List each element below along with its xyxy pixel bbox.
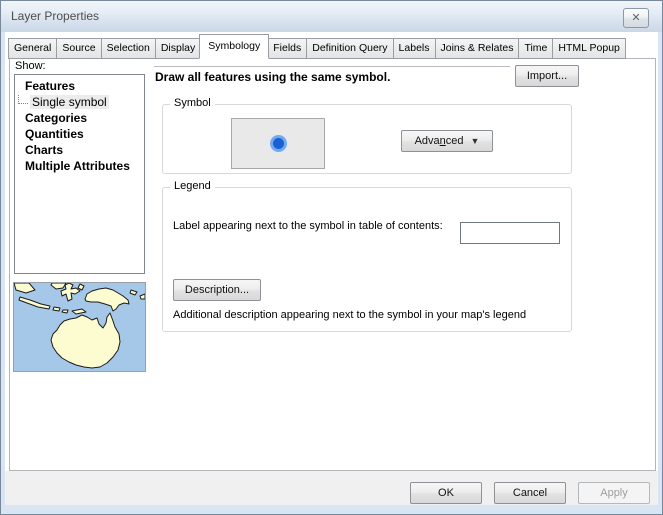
legend-group-title: Legend xyxy=(170,180,215,192)
import-button[interactable]: Import... xyxy=(515,65,579,87)
legend-note-text: Additional description appearing next to… xyxy=(173,309,563,321)
ok-button[interactable]: OK xyxy=(410,482,482,504)
tab-general[interactable]: General xyxy=(8,38,57,59)
tree-item-quantities[interactable]: Quantities xyxy=(15,126,144,142)
tree-item-single-symbol-label: Single symbol xyxy=(30,95,109,109)
apply-button: Apply xyxy=(578,482,650,504)
tree-item-categories[interactable]: Categories xyxy=(15,110,144,126)
tab-html-popup[interactable]: HTML Popup xyxy=(552,38,625,59)
window-title: Layer Properties xyxy=(11,1,99,31)
dialog-client-area: General Source Selection Display Symbolo… xyxy=(5,32,658,505)
title-bar[interactable]: Layer Properties ✕ xyxy=(1,1,662,32)
advanced-dropdown-button[interactable]: Advanced ▼ xyxy=(401,130,493,152)
symbol-group-title: Symbol xyxy=(170,97,215,109)
tab-symbology[interactable]: Symbology xyxy=(199,34,269,59)
point-symbol-icon xyxy=(273,138,284,149)
close-icon: ✕ xyxy=(631,12,640,24)
cancel-button[interactable]: Cancel xyxy=(494,482,566,504)
show-tree: Features Single symbol Categories Quanti… xyxy=(14,74,145,274)
tab-selection[interactable]: Selection xyxy=(101,38,156,59)
tab-display[interactable]: Display xyxy=(155,38,201,59)
tab-bar: General Source Selection Display Symbolo… xyxy=(9,34,626,59)
map-preview-image xyxy=(14,283,145,371)
chevron-down-icon: ▼ xyxy=(471,136,480,146)
show-label: Show: xyxy=(15,60,46,72)
legend-groupbox: Legend Label appearing next to the symbo… xyxy=(162,187,572,332)
tab-time[interactable]: Time xyxy=(518,38,553,59)
close-button[interactable]: ✕ xyxy=(623,8,649,28)
tree-elbow-icon xyxy=(18,95,28,104)
advanced-button-label: Advanced xyxy=(415,135,464,147)
tree-item-single-symbol[interactable]: Single symbol xyxy=(15,94,144,110)
symbol-groupbox: Symbol Advanced ▼ xyxy=(162,104,572,174)
layer-properties-dialog: Layer Properties ✕ General Source Select… xyxy=(0,0,663,515)
tab-definition-query[interactable]: Definition Query xyxy=(306,38,393,59)
symbology-tab-page: Show: Features Single symbol Categories … xyxy=(9,58,656,471)
legend-label-input[interactable] xyxy=(460,222,560,244)
page-title: Draw all features using the same symbol. xyxy=(155,70,390,84)
tree-item-features[interactable]: Features xyxy=(15,78,144,94)
tab-joins-relates[interactable]: Joins & Relates xyxy=(435,38,520,59)
tree-item-multiple-attributes[interactable]: Multiple Attributes xyxy=(15,158,144,174)
tab-source[interactable]: Source xyxy=(56,38,101,59)
header-divider xyxy=(154,66,510,67)
tree-item-charts[interactable]: Charts xyxy=(15,142,144,158)
symbol-preview-button[interactable] xyxy=(231,118,325,169)
tab-labels[interactable]: Labels xyxy=(393,38,436,59)
map-preview xyxy=(13,282,146,372)
dialog-footer: OK Cancel Apply xyxy=(5,471,658,505)
legend-label-text: Label appearing next to the symbol in ta… xyxy=(173,220,463,232)
description-button[interactable]: Description... xyxy=(173,279,261,301)
tab-fields[interactable]: Fields xyxy=(267,38,307,59)
